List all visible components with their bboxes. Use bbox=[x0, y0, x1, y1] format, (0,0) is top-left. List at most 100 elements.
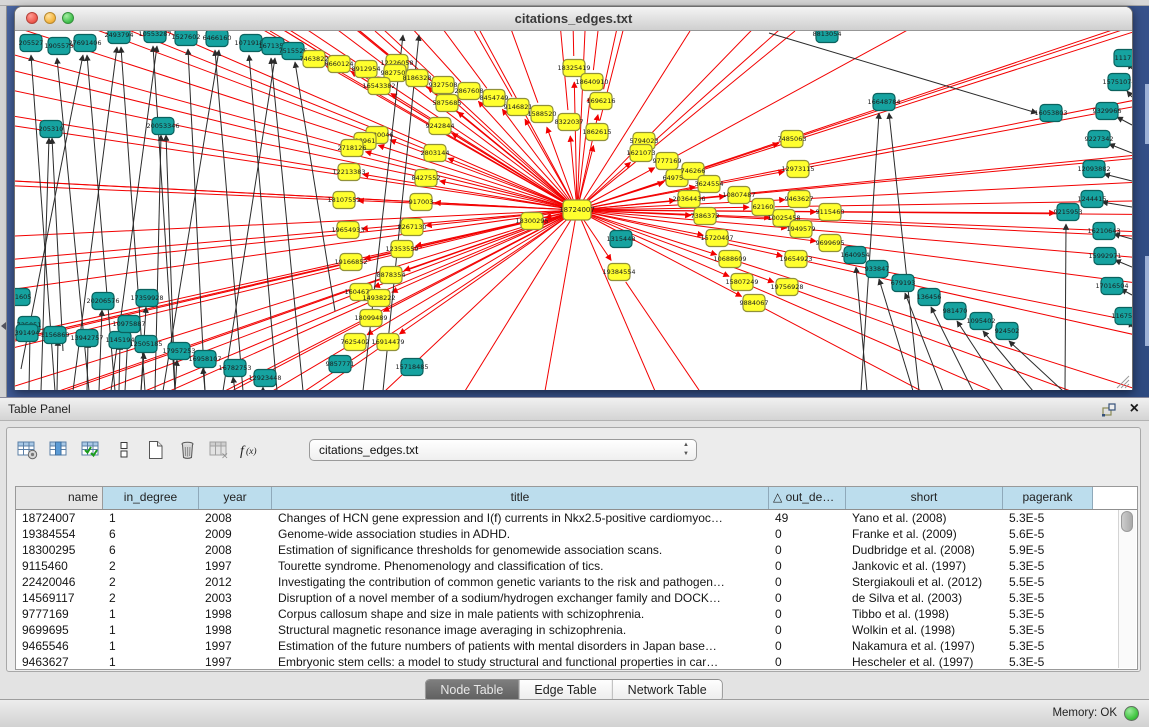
table-cell[interactable]: 49 bbox=[769, 510, 846, 526]
table-cell[interactable]: 5.3E-5 bbox=[1003, 590, 1093, 606]
graph-node[interactable]: 15751074 bbox=[1102, 74, 1132, 91]
column-header-out_de[interactable]: △ out_de… bbox=[769, 487, 846, 509]
table-cell[interactable]: Dudbridge et al. (2008) bbox=[846, 542, 1003, 558]
graph-node[interactable]: 5875685 bbox=[433, 95, 462, 112]
graph-node[interactable]: 205527 bbox=[19, 35, 44, 52]
table-cell[interactable]: 1 bbox=[103, 638, 199, 654]
table-row[interactable]: 1938455462009Genome-wide association stu… bbox=[16, 526, 1137, 542]
graph-node[interactable]: 1862615 bbox=[583, 124, 612, 141]
graph-node[interactable]: 9699695 bbox=[816, 235, 845, 252]
table-cell[interactable]: 1 bbox=[103, 510, 199, 526]
tab-node-table[interactable]: Node Table bbox=[425, 680, 518, 701]
graph-node[interactable]: 924502 bbox=[995, 323, 1020, 340]
table-cell[interactable]: 0 bbox=[769, 574, 846, 590]
table-cell[interactable]: 2008 bbox=[199, 542, 272, 558]
function-builder-icon[interactable]: f(x) bbox=[239, 437, 265, 463]
table-cell[interactable]: 1997 bbox=[199, 654, 272, 670]
graph-node[interactable]: 917003 bbox=[409, 194, 434, 211]
table-cell[interactable]: 1998 bbox=[199, 606, 272, 622]
table-cell[interactable]: Estimation of significance thresholds fo… bbox=[272, 542, 769, 558]
table-cell[interactable]: 5.5E-5 bbox=[1003, 574, 1093, 590]
graph-node[interactable]: 15718485 bbox=[395, 359, 428, 376]
graph-node[interactable]: 8267130 bbox=[398, 219, 427, 236]
graph-node[interactable]: 12353559 bbox=[385, 241, 418, 258]
table-cell[interactable]: Structural magnetic resonance image aver… bbox=[272, 622, 769, 638]
graph-node[interactable]: 13942757 bbox=[70, 330, 103, 347]
table-cell[interactable]: Estimation of the future numbers of pati… bbox=[272, 638, 769, 654]
table-cell[interactable]: 0 bbox=[769, 606, 846, 622]
column-header-title[interactable]: title bbox=[272, 487, 769, 509]
table-cell[interactable]: 5.3E-5 bbox=[1003, 622, 1093, 638]
table-cell[interactable]: 1 bbox=[103, 654, 199, 670]
table-row[interactable]: 911546021997Tourette syndrome. Phenomeno… bbox=[16, 558, 1137, 574]
table-row[interactable]: 946554611997Estimation of the future num… bbox=[16, 638, 1137, 654]
graph-node[interactable]: 1095402 bbox=[967, 313, 996, 330]
graph-node[interactable]: 8427552 bbox=[412, 170, 441, 187]
graph-node[interactable]: 8186328 bbox=[403, 70, 432, 87]
table-cell[interactable]: Franke et al. (2009) bbox=[846, 526, 1003, 542]
table-cell[interactable]: 9115460 bbox=[16, 558, 103, 574]
graph-node[interactable]: 136456 bbox=[917, 289, 942, 306]
tab-edge-table[interactable]: Edge Table bbox=[518, 680, 611, 701]
graph-node[interactable]: 1949579 bbox=[787, 221, 816, 238]
table-cell[interactable]: Wolkin et al. (1998) bbox=[846, 622, 1003, 638]
graph-node[interactable]: 8912954 bbox=[352, 61, 381, 78]
collapsed-panel-strip[interactable] bbox=[0, 6, 7, 397]
graph-node[interactable]: 1527602 bbox=[172, 31, 201, 46]
table-row[interactable]: 1456911722003Disruption of a novel membe… bbox=[16, 590, 1137, 606]
table-cell[interactable]: 6 bbox=[103, 542, 199, 558]
create-column-icon[interactable] bbox=[143, 437, 169, 463]
graph-node[interactable]: 7386372 bbox=[691, 208, 720, 225]
table-cell[interactable]: 9465546 bbox=[16, 638, 103, 654]
table-cell[interactable]: Investigating the contribution of common… bbox=[272, 574, 769, 590]
table-cell[interactable]: 18724007 bbox=[16, 510, 103, 526]
table-cell[interactable]: 0 bbox=[769, 526, 846, 542]
column-header-name[interactable]: name bbox=[16, 487, 103, 509]
table-cell[interactable]: 19384554 bbox=[16, 526, 103, 542]
table-cell[interactable]: Changes of HCN gene expression and I(f) … bbox=[272, 510, 769, 526]
graph-node[interactable]: 9115460 bbox=[816, 204, 845, 221]
zoom-window-button[interactable] bbox=[62, 12, 74, 24]
graph-node[interactable]: 679193 bbox=[891, 275, 916, 292]
close-panel-icon[interactable]: × bbox=[1130, 398, 1139, 420]
graph-node[interactable]: 62160 bbox=[752, 199, 774, 216]
table-cell[interactable]: Nakamura et al. (1997) bbox=[846, 638, 1003, 654]
table-cell[interactable]: 22420046 bbox=[16, 574, 103, 590]
delete-table-icon[interactable]: × bbox=[207, 437, 233, 463]
table-source-dropdown[interactable]: citations_edges.txt ▲▼ bbox=[309, 439, 697, 461]
table-cell[interactable]: 2008 bbox=[199, 510, 272, 526]
table-cell[interactable]: 14569117 bbox=[16, 590, 103, 606]
graph-node[interactable]: 9327508 bbox=[429, 77, 458, 94]
table-cell[interactable]: Tourette syndrome. Phenomenology and cla… bbox=[272, 558, 769, 574]
graph-node[interactable]: 9329966 bbox=[1093, 103, 1122, 120]
graph-node[interactable]: 18107553 bbox=[327, 192, 360, 209]
column-header-short[interactable]: short bbox=[846, 487, 1003, 509]
graph-node[interactable]: 8878354 bbox=[377, 267, 406, 284]
graph-node[interactable]: 15992971 bbox=[1088, 248, 1121, 265]
graph-node[interactable]: 10688609 bbox=[713, 251, 746, 268]
table-cell[interactable]: 0 bbox=[769, 542, 846, 558]
graph-node[interactable]: 8322037 bbox=[555, 114, 584, 131]
graph-node[interactable]: 9227342 bbox=[1085, 131, 1114, 148]
column-header-pagerank[interactable]: pagerank bbox=[1003, 487, 1093, 509]
memory-ok-indicator[interactable] bbox=[1124, 706, 1139, 721]
graph-node[interactable]: 8813054 bbox=[813, 31, 842, 43]
graph-node[interactable]: 18724007 bbox=[559, 200, 595, 220]
graph-node[interactable]: 15807249 bbox=[725, 274, 758, 291]
column-header-year[interactable]: year bbox=[199, 487, 272, 509]
table-cell[interactable]: 5.3E-5 bbox=[1003, 638, 1093, 654]
table-cell[interactable]: 18300295 bbox=[16, 542, 103, 558]
table-cell[interactable]: 0 bbox=[769, 622, 846, 638]
graph-node[interactable]: 1315448 bbox=[607, 231, 636, 248]
table-cell[interactable]: 1 bbox=[103, 622, 199, 638]
table-cell[interactable]: 0 bbox=[769, 590, 846, 606]
graph-node[interactable]: 19654933 bbox=[331, 222, 364, 239]
minimize-window-button[interactable] bbox=[44, 12, 56, 24]
table-cell[interactable]: 1997 bbox=[199, 638, 272, 654]
graph-node[interactable]: 19384554 bbox=[602, 264, 635, 281]
table-row[interactable]: 2242004622012Investigating the contribut… bbox=[16, 574, 1137, 590]
graph-node[interactable]: 1621073 bbox=[627, 145, 656, 162]
graph-node[interactable]: 12973115 bbox=[781, 161, 814, 178]
table-cell[interactable]: 5.3E-5 bbox=[1003, 558, 1093, 574]
graph-node[interactable]: 3624554 bbox=[695, 176, 724, 193]
